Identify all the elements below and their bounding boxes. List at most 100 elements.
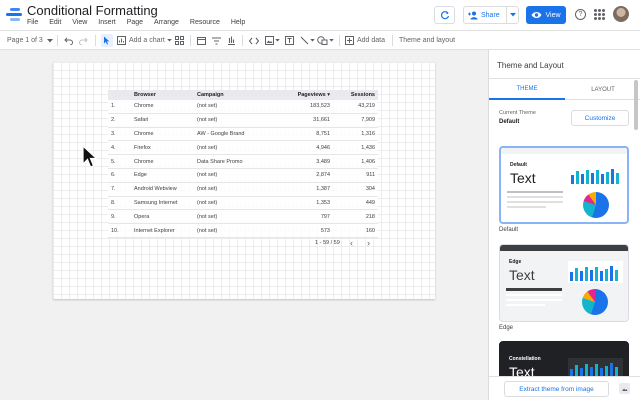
undo-icon — [64, 37, 73, 45]
menu-resource[interactable]: Resource — [190, 19, 220, 26]
view-button[interactable]: View — [526, 6, 566, 24]
redo-button[interactable] — [79, 31, 88, 50]
chevron-down-icon — [509, 13, 516, 17]
help-icon[interactable]: ? — [575, 9, 586, 20]
table-cell-campaign: (not set) — [197, 213, 218, 220]
menu-insert[interactable]: Insert — [98, 19, 116, 26]
table-row[interactable]: 5. Chrome Data Share Promo 3,489 1,406 — [108, 155, 378, 169]
preview-bar — [615, 269, 618, 281]
menu-page[interactable]: Page — [127, 19, 143, 26]
chevron-down-icon — [310, 39, 315, 42]
add-chart-label: Add a chart — [129, 37, 165, 44]
menu-view[interactable]: View — [72, 19, 87, 26]
avatar[interactable] — [613, 6, 629, 22]
line-button[interactable] — [300, 31, 315, 50]
image-icon — [265, 36, 274, 45]
preview-bar — [586, 169, 589, 184]
page-selector[interactable]: Page 1 of 3 — [7, 31, 53, 50]
table-row[interactable]: 8. Samsung Internet (not set) 1,353 449 — [108, 196, 378, 211]
menu-help[interactable]: Help — [231, 19, 245, 26]
tab-layout[interactable]: LAYOUT — [565, 79, 640, 100]
filter-control-button[interactable] — [212, 31, 221, 50]
table-row[interactable]: 2. Safari (not set) 31,661 7,909 — [108, 113, 378, 128]
redo-icon — [79, 37, 88, 45]
table-cell-browser: Opera — [134, 213, 150, 220]
menu-edit[interactable]: Edit — [49, 19, 61, 26]
tab-theme[interactable]: THEME — [489, 79, 565, 100]
component-grid-icon — [175, 36, 184, 45]
table-row[interactable]: 7. Android Webview (not set) 1,387 304 — [108, 182, 378, 197]
next-page-button[interactable]: › — [367, 238, 370, 248]
panel-tabs: THEME LAYOUT — [489, 78, 640, 100]
report-title[interactable]: Conditional Formatting — [27, 3, 158, 18]
table-cell-sessions: 43,219 — [358, 103, 375, 110]
table-cell-browser: Chrome — [134, 158, 154, 165]
menu-arrange[interactable]: Arrange — [154, 19, 179, 26]
theme-card-edge[interactable]: Edge Text — [499, 244, 629, 322]
customize-button[interactable]: Customize — [571, 110, 629, 126]
theme-preview-big-text: Text — [509, 267, 535, 283]
table-cell-campaign: (not set) — [197, 172, 218, 179]
add-chart-button[interactable]: Add a chart — [117, 31, 172, 50]
embed-url-button[interactable] — [249, 31, 259, 50]
column-header-campaign[interactable]: Campaign — [197, 92, 277, 98]
extract-theme-button[interactable]: Extract theme from image — [504, 381, 609, 397]
table-row[interactable]: 3. Chrome AW - Google Brand 8,751 1,316 — [108, 127, 378, 142]
image-upload-icon[interactable] — [619, 383, 630, 394]
preview-bar — [571, 175, 574, 184]
menu-file[interactable]: File — [27, 19, 38, 26]
select-cursor-icon — [103, 31, 110, 50]
column-header-browser[interactable]: Browser — [134, 92, 197, 98]
table-cell-sessions: 304 — [365, 186, 375, 193]
shape-button[interactable] — [317, 31, 334, 50]
image-button[interactable] — [265, 31, 280, 50]
toolbar-divider — [190, 35, 191, 46]
table-row[interactable]: 6. Edge (not set) 2,874 911 — [108, 168, 378, 183]
theme-card-default[interactable]: Default Text — [499, 146, 629, 224]
table-cell-campaign: Data Share Promo — [197, 158, 243, 165]
theme-preview-small-text: Constellation — [509, 356, 541, 362]
table-cell-pageviews: 3,489 — [316, 158, 330, 165]
data-control-button[interactable] — [227, 31, 236, 50]
share-dropdown-button[interactable] — [506, 7, 518, 23]
share-button[interactable]: Share — [463, 6, 519, 24]
table-cell-pageviews: 1,353 — [316, 199, 330, 206]
data-studio-logo-icon[interactable] — [6, 7, 22, 23]
preview-bar — [596, 170, 599, 184]
preview-bar — [600, 271, 603, 281]
column-header-pageviews[interactable]: Pageviews ▾ — [277, 92, 333, 98]
previous-page-button[interactable]: ‹ — [350, 238, 353, 248]
table-row[interactable]: 9. Opera (not set) 797 218 — [108, 210, 378, 225]
undo-button[interactable] — [64, 31, 73, 50]
table-row[interactable]: 4. Firefox (not set) 4,946 1,436 — [108, 141, 378, 156]
theme-preview-small-text: Edge — [509, 259, 522, 265]
refresh-button[interactable] — [434, 6, 455, 24]
data-table[interactable]: Browser Campaign Pageviews ▾ Sessions 1.… — [108, 90, 378, 238]
table-cell-sessions: 449 — [365, 199, 375, 206]
table-row[interactable]: 10. Internet Explorer (not set) 573 160 — [108, 224, 378, 238]
apps-grid-icon[interactable] — [594, 9, 605, 20]
text-box-button[interactable] — [285, 31, 294, 50]
panel-scrollbar[interactable] — [634, 80, 638, 130]
table-row[interactable]: 1. Chrome (not set) 183,523 43,219 — [108, 100, 378, 114]
add-data-icon — [345, 36, 354, 45]
table-cell-campaign: (not set) — [197, 199, 218, 206]
theme-preview-big-text: Text — [510, 170, 536, 186]
community-visualizations-button[interactable] — [175, 31, 184, 50]
preview-bar — [576, 171, 579, 184]
toolbar-divider — [339, 35, 340, 46]
date-range-button[interactable] — [197, 31, 206, 50]
table-cell-pageviews: 183,523 — [310, 103, 330, 110]
theme-preview-small-text: Default — [510, 162, 527, 168]
table-cell-index: 7. — [111, 186, 116, 193]
table-body: 1. Chrome (not set) 183,523 43,219 2. Safari (n… — [108, 100, 378, 238]
report-canvas[interactable]: Browser Campaign Pageviews ▾ Sessions 1.… — [0, 50, 488, 400]
share-label: Share — [481, 11, 500, 19]
table-cell-campaign: (not set) — [197, 103, 218, 110]
line-icon — [300, 36, 309, 45]
calendar-icon — [197, 37, 206, 45]
column-header-sessions[interactable]: Sessions — [333, 92, 378, 98]
report-page[interactable]: Browser Campaign Pageviews ▾ Sessions 1.… — [53, 62, 435, 299]
theme-layout-button[interactable]: Theme and layout — [399, 31, 455, 50]
add-data-button[interactable]: Add data — [345, 31, 385, 50]
